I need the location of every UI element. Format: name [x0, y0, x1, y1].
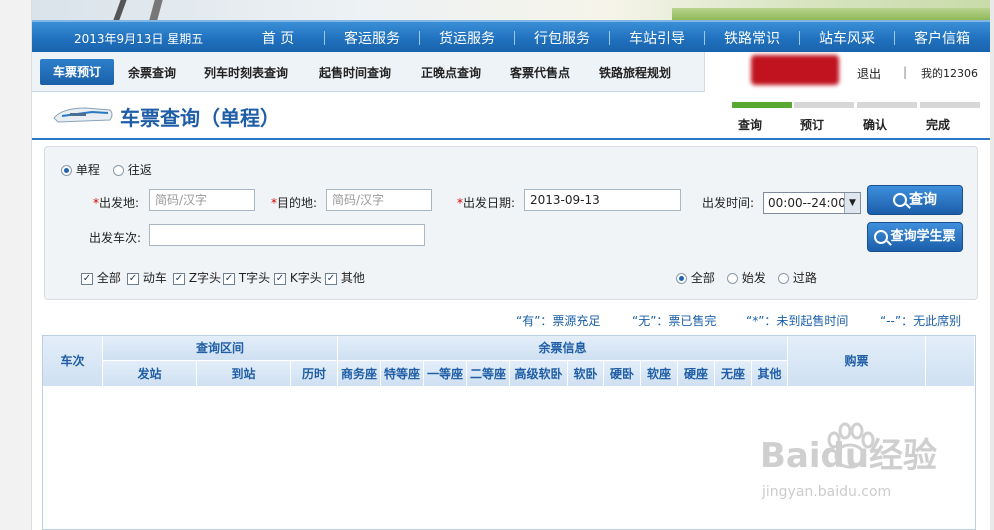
- departure-time-select[interactable]: 00:00--24:00 ▼: [763, 192, 861, 214]
- search-button[interactable]: 查询: [867, 185, 963, 215]
- redacted-username: [751, 55, 839, 85]
- nav-passenger-service[interactable]: 客运服务: [328, 28, 416, 48]
- user-panel: 退出 | 我的12306: [704, 52, 990, 92]
- group-seats: 余票信息: [338, 336, 788, 361]
- col-business: 商务座: [338, 361, 381, 387]
- train-number-label: 出发车次:: [89, 231, 142, 245]
- col-second: 二等座: [467, 361, 510, 387]
- trip-single-radio[interactable]: 单程: [61, 161, 100, 178]
- legend-sold-out: “无”：票已售完: [632, 314, 717, 328]
- group-range: 查询区间: [103, 336, 338, 361]
- from-label: *出发地:: [93, 196, 140, 210]
- nav-freight-service[interactable]: 货运服务: [423, 28, 511, 48]
- tab-sale-time[interactable]: 起售时间查询: [319, 64, 391, 81]
- col-extra: [926, 336, 975, 387]
- legend-no-seat-class: “--”：无此席别: [880, 314, 962, 328]
- tab-ticket-booking[interactable]: 车票预订: [40, 59, 114, 85]
- type-other-checkbox[interactable]: ✓ 其他: [325, 269, 365, 286]
- search-icon: [893, 193, 907, 207]
- main-nav: 2013年9月13日 星期五 首 页 客运服务 货运服务 行包服务 车站引导 铁…: [32, 20, 990, 52]
- nav-station-showcase[interactable]: 站车风采: [803, 28, 891, 48]
- scrollbar[interactable]: [990, 0, 994, 530]
- col-deluxe-sleeper: 高级软卧: [510, 361, 568, 387]
- watermark-logo: Baidu经验: [760, 436, 938, 476]
- col-soft-seat: 软座: [641, 361, 678, 387]
- station-origin-radio[interactable]: 始发: [727, 269, 766, 286]
- departure-date-input[interactable]: [524, 189, 681, 211]
- type-k-checkbox[interactable]: ✓ K字头: [274, 269, 322, 286]
- step-book: 预订: [794, 102, 854, 133]
- col-premium: 特等座: [381, 361, 424, 387]
- tab-delay-status[interactable]: 正晚点查询: [421, 64, 481, 81]
- tab-timetable[interactable]: 列车时刻表查询: [204, 64, 288, 81]
- col-to: 到站: [197, 361, 291, 387]
- search-icon: [874, 229, 889, 244]
- bullet-train-icon: [53, 107, 113, 123]
- nav-railway-knowledge[interactable]: 铁路常识: [708, 28, 796, 48]
- tab-ticket-agents[interactable]: 客票代售点: [510, 64, 570, 81]
- type-t-checkbox[interactable]: ✓ T字头: [223, 269, 270, 286]
- nav-station-guide[interactable]: 车站引导: [613, 28, 701, 48]
- station-all-radio[interactable]: 全部: [676, 269, 715, 286]
- left-gutter: [0, 0, 32, 530]
- user-separator: |: [903, 65, 908, 79]
- type-emu-checkbox[interactable]: ✓ 动车: [127, 269, 167, 286]
- step-complete: 完成: [920, 102, 980, 133]
- legend-available: “有”：票源充足: [516, 314, 601, 328]
- header-banner: [32, 0, 990, 20]
- logout-link[interactable]: 退出: [857, 65, 881, 82]
- station-pass-radio[interactable]: 过路: [778, 269, 817, 286]
- step-query: 查询: [732, 102, 792, 133]
- col-train: 车次: [43, 336, 103, 387]
- col-soft-sleeper: 软卧: [568, 361, 604, 387]
- col-buy: 购票: [788, 336, 926, 387]
- from-station-input[interactable]: [149, 189, 255, 211]
- sub-nav: 车票预订 余票查询 列车时刻表查询 起售时间查询 正晚点查询 客票代售点 铁路旅…: [32, 52, 990, 92]
- date-label: *出发日期:: [457, 196, 516, 210]
- type-all-checkbox[interactable]: ✓ 全部: [81, 269, 121, 286]
- col-hard-sleeper: 硬卧: [604, 361, 641, 387]
- col-standing: 无座: [715, 361, 752, 387]
- nav-customer-mailbox[interactable]: 客户信箱: [898, 28, 986, 48]
- page-header: 车票查询（单程） 查询 预订 确认 完成: [32, 92, 990, 140]
- to-label: *目的地:: [271, 196, 318, 210]
- nav-home[interactable]: 首 页: [234, 28, 322, 48]
- col-duration: 历时: [291, 361, 338, 387]
- watermark-url: jingyan.baidu.com: [762, 484, 892, 500]
- page-title: 车票查询（单程）: [120, 106, 280, 130]
- trip-round-radio[interactable]: 往返: [113, 161, 152, 178]
- col-from: 发站: [103, 361, 197, 387]
- step-confirm: 确认: [857, 102, 917, 133]
- train-number-input[interactable]: [149, 224, 425, 246]
- current-date: 2013年9月13日 星期五: [74, 32, 204, 46]
- student-search-button[interactable]: 查询学生票: [867, 222, 963, 252]
- tab-remaining-tickets[interactable]: 余票查询: [128, 64, 176, 81]
- tab-trip-planner[interactable]: 铁路旅程规划: [599, 64, 671, 81]
- col-other: 其他: [752, 361, 788, 387]
- my-12306-link[interactable]: 我的12306: [921, 65, 978, 81]
- to-station-input[interactable]: [326, 189, 432, 211]
- nav-baggage-service[interactable]: 行包服务: [518, 28, 606, 48]
- time-label: 出发时间:: [702, 196, 755, 210]
- col-hard-seat: 硬座: [678, 361, 715, 387]
- search-form: 单程 往返 *出发地: *目的地: *出发日期: 出发时间: 00:00--24…: [44, 146, 978, 300]
- col-first: 一等座: [424, 361, 467, 387]
- type-z-checkbox[interactable]: ✓ Z字头: [173, 269, 221, 286]
- legend-not-on-sale: “*”：未到起售时间: [746, 314, 849, 328]
- chevron-down-icon: ▼: [844, 193, 860, 213]
